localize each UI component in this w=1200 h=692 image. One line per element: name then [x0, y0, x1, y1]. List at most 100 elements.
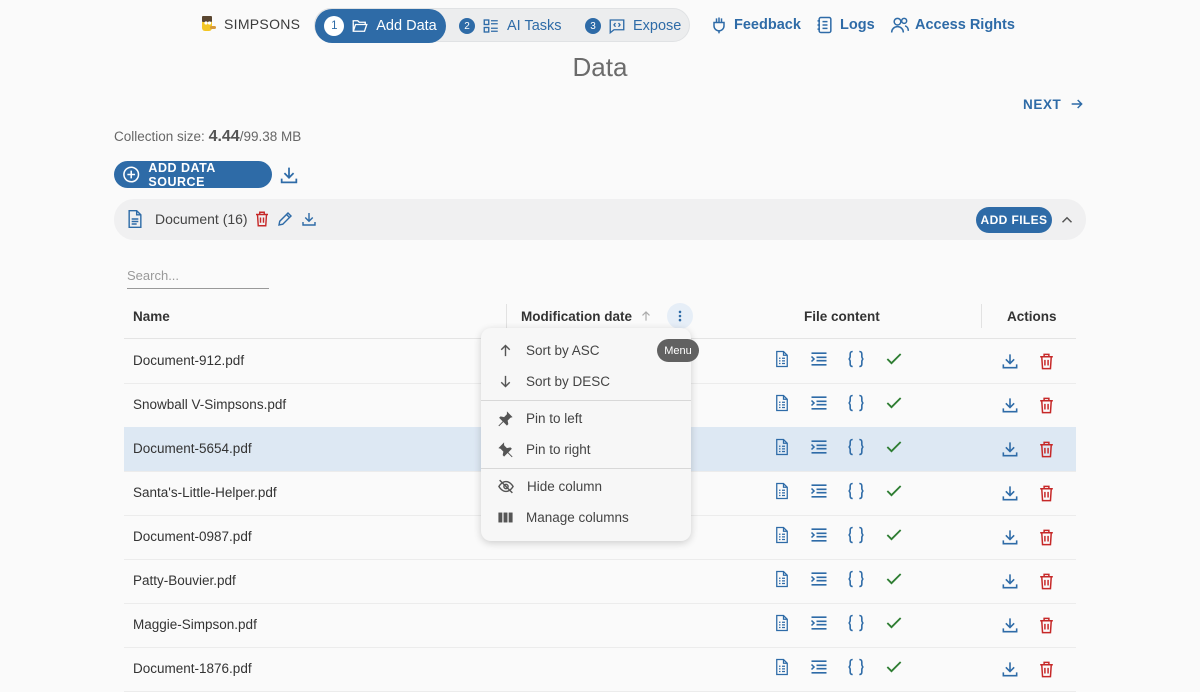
document-view-icon[interactable]: [773, 613, 791, 633]
trash-icon[interactable]: [1037, 571, 1056, 592]
document-view-icon[interactable]: [773, 657, 791, 677]
download-icon[interactable]: [1000, 615, 1020, 635]
json-braces-icon[interactable]: [846, 481, 866, 501]
add-data-source-button[interactable]: ADD DATA SOURCE: [114, 160, 272, 189]
trash-icon[interactable]: [253, 209, 271, 229]
page-title: Data: [572, 52, 628, 82]
file-name: Document-1876.pdf: [133, 661, 252, 676]
document-view-icon[interactable]: [773, 569, 791, 589]
indented-list-icon[interactable]: [809, 437, 829, 457]
check-icon: [886, 617, 902, 629]
access-rights-label: Access Rights: [915, 17, 1015, 33]
document-view-icon[interactable]: [773, 437, 791, 457]
document-source-bar[interactable]: Document (16) ADD FILES: [114, 199, 1086, 240]
collection-size-total: /99.38 MB: [239, 129, 302, 144]
table-row[interactable]: Maggie-Simpson.pdf: [124, 603, 1076, 648]
menu-divider: [481, 400, 691, 401]
download-icon[interactable]: [300, 209, 318, 229]
download-icon[interactable]: [1000, 483, 1020, 503]
pencil-icon[interactable]: [276, 209, 294, 229]
search-input[interactable]: [127, 262, 269, 289]
trash-icon[interactable]: [1037, 615, 1056, 636]
indented-list-icon[interactable]: [809, 525, 829, 545]
access-rights-link[interactable]: Access Rights: [890, 14, 1015, 36]
column-menu-button[interactable]: [667, 303, 693, 329]
download-icon[interactable]: [1000, 395, 1020, 415]
menu-item-manage-columns[interactable]: Manage columns: [481, 502, 691, 533]
trash-icon[interactable]: [1037, 395, 1056, 416]
file-name: Maggie-Simpson.pdf: [133, 617, 257, 632]
trash-icon[interactable]: [1037, 351, 1056, 372]
document-view-icon[interactable]: [773, 525, 791, 545]
step-label: Add Data: [376, 18, 437, 34]
logs-label: Logs: [840, 17, 875, 33]
check-icon: [886, 529, 902, 541]
download-icon[interactable]: [1000, 351, 1020, 371]
collection-size-label: Collection size:: [114, 129, 205, 144]
arrow-up-icon: [500, 344, 511, 357]
column-header-actions: Actions: [1007, 308, 1057, 324]
folder-open-icon: [352, 20, 368, 32]
json-braces-icon[interactable]: [846, 613, 866, 633]
json-braces-icon[interactable]: [846, 349, 866, 369]
menu-item-label: Hide column: [527, 479, 603, 494]
table-row[interactable]: Document-1876.pdf: [124, 647, 1076, 692]
menu-item-hide-column[interactable]: Hide column: [481, 471, 691, 502]
json-braces-icon[interactable]: [846, 525, 866, 545]
menu-item-sort-desc[interactable]: Sort by DESC: [481, 366, 691, 397]
download-icon[interactable]: [1000, 527, 1020, 547]
collection-size-used: 4.44: [208, 128, 240, 145]
sort-arrow-up-icon[interactable]: [639, 309, 653, 323]
menu-item-label: Pin to right: [526, 442, 591, 457]
download-icon[interactable]: [1000, 659, 1020, 679]
column-header-name[interactable]: Name: [133, 294, 170, 338]
feedback-label: Feedback: [734, 17, 801, 33]
json-braces-icon[interactable]: [846, 393, 866, 413]
users-icon: [890, 17, 910, 33]
step-ai-tasks[interactable]: 2 AI Tasks: [459, 9, 562, 43]
column-separator[interactable]: [506, 304, 507, 328]
step-expose[interactable]: 3 Expose: [585, 9, 681, 43]
column-separator[interactable]: [981, 304, 982, 328]
json-braces-icon[interactable]: [846, 657, 866, 677]
menu-item-label: Sort by DESC: [526, 374, 611, 389]
trash-icon[interactable]: [1037, 527, 1056, 548]
document-view-icon[interactable]: [773, 393, 791, 413]
arrow-down-icon: [500, 375, 511, 388]
table-row[interactable]: Patty-Bouvier.pdf: [124, 559, 1076, 604]
add-files-button[interactable]: ADD FILES: [976, 207, 1052, 233]
download-icon[interactable]: [1000, 571, 1020, 591]
document-icon: [128, 209, 142, 229]
file-name: Patty-Bouvier.pdf: [133, 573, 236, 588]
step-number: 3: [585, 18, 601, 34]
json-braces-icon[interactable]: [846, 569, 866, 589]
step-add-data[interactable]: 1 Add Data: [315, 9, 446, 43]
download-icon[interactable]: [1000, 439, 1020, 459]
trash-icon[interactable]: [1037, 483, 1056, 504]
document-view-icon[interactable]: [773, 349, 791, 369]
collection-size: Collection size: 4.44/99.38 MB: [114, 128, 301, 146]
chevron-up-icon[interactable]: [1058, 211, 1076, 229]
indented-list-icon[interactable]: [809, 569, 829, 589]
menu-item-pin-right[interactable]: Pin to right: [481, 434, 691, 465]
feedback-link[interactable]: Feedback: [709, 14, 801, 36]
json-braces-icon[interactable]: [846, 437, 866, 457]
menu-item-pin-left[interactable]: Pin to left: [481, 403, 691, 434]
indented-list-icon[interactable]: [809, 657, 829, 677]
file-name: Document-5654.pdf: [133, 441, 252, 456]
next-label: NEXT: [1023, 96, 1062, 112]
next-button[interactable]: NEXT: [1023, 94, 1085, 114]
indented-list-icon[interactable]: [809, 481, 829, 501]
trash-icon[interactable]: [1037, 659, 1056, 680]
indented-list-icon[interactable]: [809, 613, 829, 633]
logs-link[interactable]: Logs: [815, 14, 875, 36]
download-icon[interactable]: [278, 164, 300, 186]
document-view-icon[interactable]: [773, 481, 791, 501]
add-data-source-label: ADD DATA SOURCE: [148, 160, 216, 189]
brand[interactable]: SIMPSONS: [198, 12, 300, 36]
trash-icon[interactable]: [1037, 439, 1056, 460]
indented-list-icon[interactable]: [809, 393, 829, 413]
menu-item-label: Manage columns: [526, 510, 629, 525]
indented-list-icon[interactable]: [809, 349, 829, 369]
column-header-file-content[interactable]: File content: [804, 294, 880, 338]
